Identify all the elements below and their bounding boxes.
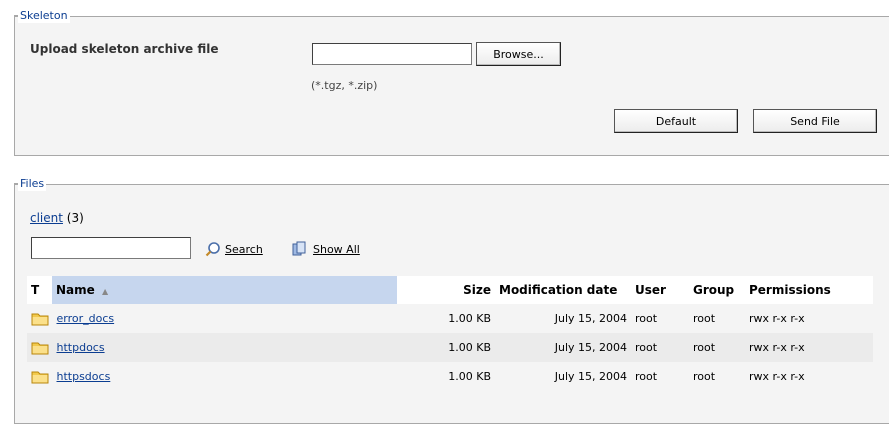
files-table: T Name ▲ Size Modification date User Gro… (27, 276, 873, 391)
column-header-modification-date[interactable]: Modification date (495, 276, 631, 304)
breadcrumb: client (3) (30, 211, 84, 225)
size-cell: 1.00 KB (397, 362, 495, 391)
column-header-name[interactable]: Name ▲ (52, 276, 397, 304)
size-cell: 1.00 KB (397, 333, 495, 362)
folder-icon (31, 342, 49, 354)
column-header-group[interactable]: Group (689, 276, 745, 304)
table-row: httpdocs 1.00 KB July 15, 2004 root root… (27, 333, 873, 362)
column-header-user[interactable]: User (631, 276, 689, 304)
file-link-httpsdocs[interactable]: httpsdocs (57, 370, 111, 383)
date-cell: July 15, 2004 (495, 362, 631, 391)
folder-icon (31, 313, 49, 325)
skeleton-file-input[interactable] (312, 43, 472, 65)
user-cell: root (631, 333, 689, 362)
user-cell: root (631, 362, 689, 391)
size-cell: 1.00 KB (397, 304, 495, 333)
skeleton-fieldset: Skeleton Upload skeleton archive file Br… (14, 9, 889, 156)
default-button[interactable]: Default (614, 109, 738, 133)
column-header-type: T (27, 276, 52, 304)
show-all-link[interactable]: Show All (313, 243, 360, 256)
user-cell: root (631, 304, 689, 333)
name-cell: httpdocs (27, 333, 397, 362)
date-cell: July 15, 2004 (495, 333, 631, 362)
folder-icon (31, 371, 49, 383)
show-all-icon (292, 241, 306, 256)
file-search-input[interactable] (31, 237, 191, 259)
table-header-row: T Name ▲ Size Modification date User Gro… (27, 276, 873, 304)
permissions-cell: rwx r-x r-x (745, 304, 873, 333)
table-row: error_docs 1.00 KB July 15, 2004 root ro… (27, 304, 873, 333)
files-fieldset: Files client (3) Search Show All T Name … (13, 177, 889, 424)
search-control[interactable]: Search (205, 241, 263, 257)
skeleton-legend: Skeleton (14, 9, 70, 23)
column-header-name-label: Name (56, 283, 95, 297)
path-link-client[interactable]: client (30, 211, 63, 225)
browse-button[interactable]: Browse... (476, 42, 561, 66)
name-cell: error_docs (27, 304, 397, 333)
path-item-count: (3) (66, 211, 84, 225)
group-cell: root (689, 362, 745, 391)
column-header-permissions[interactable]: Permissions (745, 276, 873, 304)
send-file-button[interactable]: Send File (753, 109, 877, 133)
group-cell: root (689, 333, 745, 362)
search-icon (205, 242, 220, 257)
name-cell: httpsdocs (27, 362, 397, 391)
search-link[interactable]: Search (225, 243, 263, 256)
files-legend: Files (13, 177, 47, 191)
file-link-error-docs[interactable]: error_docs (57, 312, 115, 325)
permissions-cell: rwx r-x r-x (745, 333, 873, 362)
sort-ascending-icon: ▲ (101, 287, 109, 296)
table-row: httpsdocs 1.00 KB July 15, 2004 root roo… (27, 362, 873, 391)
date-cell: July 15, 2004 (495, 304, 631, 333)
permissions-cell: rwx r-x r-x (745, 362, 873, 391)
group-cell: root (689, 304, 745, 333)
file-link-httpdocs[interactable]: httpdocs (57, 341, 105, 354)
show-all-control[interactable]: Show All (291, 241, 360, 257)
upload-label: Upload skeleton archive file (30, 42, 219, 56)
column-header-size[interactable]: Size (397, 276, 495, 304)
file-types-hint: (*.tgz, *.zip) (311, 79, 378, 92)
